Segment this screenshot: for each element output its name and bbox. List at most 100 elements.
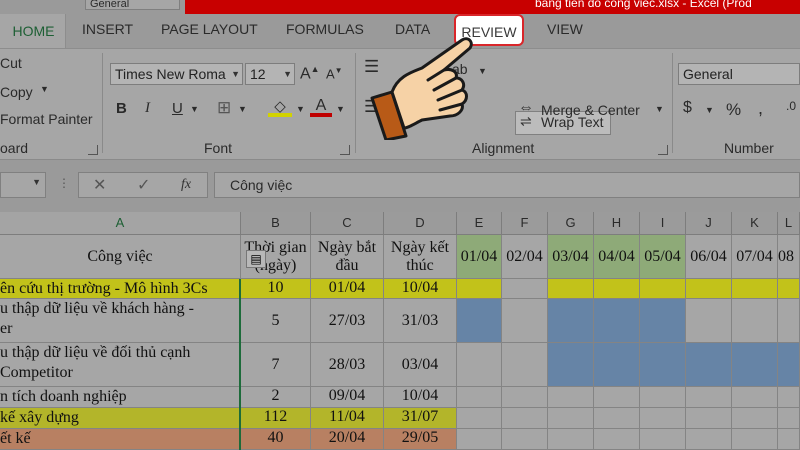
gantt-cell[interactable] [686, 387, 732, 408]
underline-button[interactable]: U [172, 100, 183, 117]
cut-button[interactable]: Cut [0, 55, 22, 71]
gantt-cell[interactable] [548, 429, 594, 450]
chevron-down-icon[interactable]: ▼ [296, 104, 305, 114]
end-cell[interactable]: 10/04 [384, 279, 457, 299]
duration-cell[interactable]: 10 [241, 279, 311, 299]
font-launcher-icon[interactable] [340, 145, 350, 155]
start-cell[interactable]: 01/04 [311, 279, 384, 299]
gantt-cell[interactable] [640, 408, 686, 429]
name-box[interactable]: ▼ [0, 172, 46, 198]
duration-cell[interactable]: 2 [241, 387, 311, 408]
header-date-cell[interactable]: 01/04 [457, 235, 502, 279]
start-cell[interactable]: 27/03 [311, 299, 384, 343]
column-header-a[interactable]: A [0, 212, 241, 235]
column-header-b[interactable]: B [241, 212, 311, 235]
format-painter-button[interactable]: Format Painter [0, 111, 93, 127]
gantt-cell[interactable] [457, 343, 502, 387]
gantt-cell[interactable] [502, 429, 548, 450]
header-date-cell[interactable]: 07/04 [732, 235, 778, 279]
gantt-cell[interactable] [640, 299, 686, 343]
header-cell-start[interactable]: Ngày bắt đầu [311, 235, 384, 279]
gantt-cell[interactable] [732, 408, 778, 429]
tab-home[interactable]: HOME [0, 14, 66, 48]
end-cell[interactable]: 10/04 [384, 387, 457, 408]
gantt-cell[interactable] [594, 429, 640, 450]
duration-cell[interactable]: 40 [241, 429, 311, 450]
font-color-icon[interactable]: A [310, 97, 332, 117]
gantt-cell[interactable] [457, 429, 502, 450]
gantt-cell[interactable] [732, 429, 778, 450]
gantt-cell[interactable] [640, 387, 686, 408]
tab-formulas[interactable]: FORMULAS [286, 21, 364, 37]
tab-page-layout[interactable]: PAGE LAYOUT [161, 21, 258, 37]
task-cell[interactable]: u thập dữ liệu về đối thủ cạnh Competito… [0, 343, 241, 387]
gantt-cell[interactable] [778, 279, 800, 299]
task-cell[interactable]: kế xây dựng [0, 408, 241, 429]
gantt-cell[interactable] [778, 387, 800, 408]
gantt-cell[interactable] [640, 279, 686, 299]
merge-center-icon[interactable]: ⇔ [518, 99, 534, 117]
fill-color-icon[interactable]: ◇ [268, 97, 292, 117]
end-cell[interactable]: 31/03 [384, 299, 457, 343]
merge-center-button[interactable]: Merge & Center [541, 102, 640, 118]
number-format-combo[interactable]: General [678, 63, 800, 85]
font-size-combo[interactable]: 12 ▼ [245, 63, 295, 85]
chevron-down-icon[interactable]: ▼ [336, 104, 345, 114]
duration-cell[interactable]: 5 [241, 299, 311, 343]
accounting-format-icon[interactable]: $ [683, 99, 692, 117]
gantt-cell[interactable] [732, 299, 778, 343]
copy-dropdown-icon[interactable]: ▼ [40, 84, 49, 94]
duration-cell[interactable]: 112 [241, 408, 311, 429]
gantt-cell[interactable] [548, 279, 594, 299]
alignment-launcher-icon[interactable] [658, 145, 668, 155]
paste-options-icon[interactable]: ▤ [246, 250, 266, 268]
column-header-g[interactable]: G [548, 212, 594, 235]
chevron-down-icon[interactable]: ▼ [705, 105, 714, 115]
column-header-c[interactable]: C [311, 212, 384, 235]
gantt-cell[interactable] [594, 343, 640, 387]
shrink-font-icon[interactable]: A▼ [326, 66, 343, 81]
bold-button[interactable]: B [116, 100, 127, 117]
duration-cell[interactable]: 7 [241, 343, 311, 387]
clipboard-launcher-icon[interactable] [88, 145, 98, 155]
percent-style-button[interactable]: % [726, 100, 741, 120]
gantt-cell[interactable] [457, 387, 502, 408]
cancel-icon[interactable]: ✕ [93, 175, 106, 195]
gantt-cell[interactable] [502, 343, 548, 387]
start-cell[interactable]: 11/04 [311, 408, 384, 429]
gantt-cell[interactable] [548, 343, 594, 387]
column-header-h[interactable]: H [594, 212, 640, 235]
gantt-cell[interactable] [502, 299, 548, 343]
gantt-cell[interactable] [502, 387, 548, 408]
copy-button[interactable]: Copy [0, 84, 33, 100]
chevron-down-icon[interactable]: ▼ [655, 104, 664, 114]
header-date-cell[interactable]: 05/04 [640, 235, 686, 279]
gantt-cell[interactable] [778, 299, 800, 343]
font-name-combo[interactable]: Times New Roma ▼ [110, 63, 243, 85]
tab-view[interactable]: VIEW [547, 21, 583, 37]
gantt-cell[interactable] [686, 279, 732, 299]
gantt-cell[interactable] [640, 343, 686, 387]
gantt-cell[interactable] [502, 279, 548, 299]
start-cell[interactable]: 09/04 [311, 387, 384, 408]
end-cell[interactable]: 29/05 [384, 429, 457, 450]
start-cell[interactable]: 28/03 [311, 343, 384, 387]
header-date-cell[interactable]: 04/04 [594, 235, 640, 279]
gantt-cell[interactable] [686, 429, 732, 450]
formula-input[interactable]: Công việc [214, 172, 800, 198]
gantt-cell[interactable] [732, 343, 778, 387]
gantt-cell[interactable] [778, 408, 800, 429]
italic-button[interactable]: I [145, 100, 150, 117]
comma-style-icon[interactable]: , [758, 98, 763, 119]
gantt-cell[interactable] [594, 299, 640, 343]
enter-icon[interactable]: ✓ [137, 175, 150, 195]
increase-decimal-icon[interactable]: .0 [786, 99, 796, 113]
gantt-cell[interactable] [548, 408, 594, 429]
gantt-cell[interactable] [778, 429, 800, 450]
gantt-cell[interactable] [594, 387, 640, 408]
header-cell-end[interactable]: Ngày kết thúc [384, 235, 457, 279]
column-header-i[interactable]: I [640, 212, 686, 235]
header-date-cell[interactable]: 08 [778, 235, 800, 279]
grow-font-icon[interactable]: A▲ [300, 64, 320, 83]
start-cell[interactable]: 20/04 [311, 429, 384, 450]
